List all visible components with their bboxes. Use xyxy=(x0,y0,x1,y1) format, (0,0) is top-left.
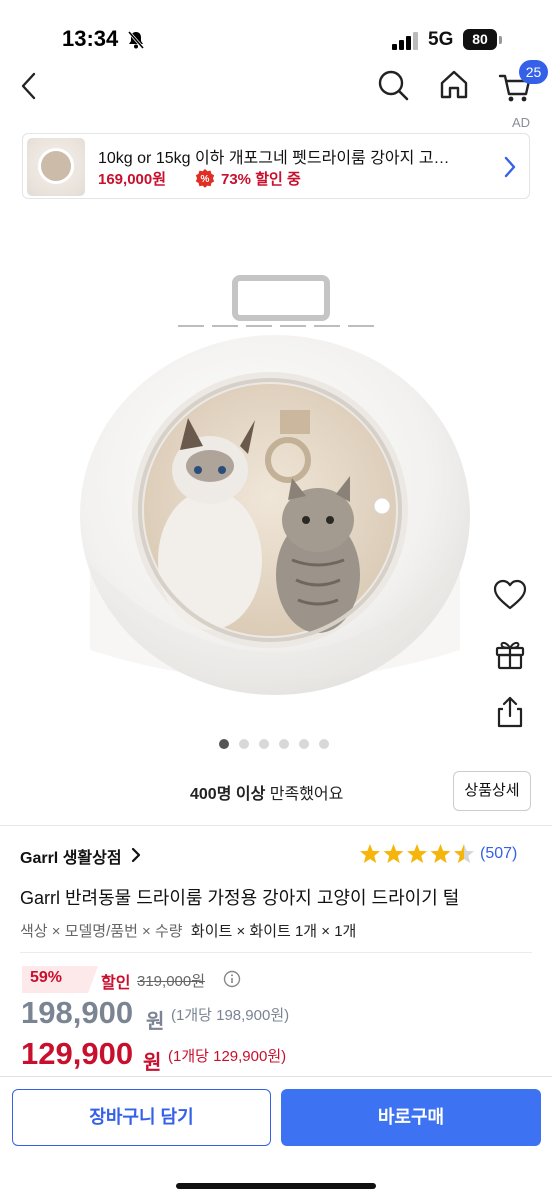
chevron-right-icon[interactable] xyxy=(131,847,141,863)
price-before-unit: (1개당 198,900원) xyxy=(171,1007,290,1024)
share-icon[interactable] xyxy=(492,694,528,730)
buy-now-button[interactable]: 바로구매 xyxy=(281,1089,541,1146)
signal-icon xyxy=(392,32,418,50)
rating-star xyxy=(360,844,380,863)
carousel-dot[interactable] xyxy=(259,739,269,749)
add-to-cart-button[interactable]: 장바구니 담기 xyxy=(12,1089,271,1146)
original-price: 319,000원 xyxy=(137,973,206,990)
ad-banner[interactable]: 10kg or 15kg 이하 개포그네 펫드라이룸 강아지 고… 169,00… xyxy=(22,133,530,199)
ad-title: 10kg or 15kg 이하 개포그네 펫드라이룸 강아지 고… xyxy=(98,150,450,167)
sale-label: 할인 xyxy=(101,975,131,992)
battery-level: 80 xyxy=(463,29,497,50)
cart-count-badge: 25 xyxy=(519,60,548,84)
price-before-currency: 원 xyxy=(146,1011,165,1033)
home-indicator xyxy=(176,1183,376,1189)
satisfaction-count: 400명 이상 xyxy=(190,786,266,803)
review-count-link[interactable]: (507) xyxy=(480,845,517,863)
nav-bar xyxy=(0,60,552,112)
chevron-right-icon[interactable] xyxy=(501,154,519,180)
ad-discount: 73% 할인 중 xyxy=(221,171,301,188)
store-name-link[interactable]: Garrl 생활상점 xyxy=(20,844,122,868)
bell-muted-icon xyxy=(127,31,145,49)
satisfaction-text: 400명 이상 만족했어요 xyxy=(190,780,343,804)
search-icon[interactable] xyxy=(376,68,410,102)
ad-thumbnail xyxy=(27,138,85,196)
rating-star xyxy=(407,844,427,863)
carousel-dot[interactable] xyxy=(299,739,309,749)
ad-label: AD xyxy=(511,115,530,130)
rating-star xyxy=(430,844,451,863)
carousel-dots xyxy=(219,739,339,751)
carousel-dot[interactable] xyxy=(239,739,249,749)
ad-price: 169,000원 xyxy=(98,171,167,188)
gift-icon[interactable] xyxy=(492,636,528,672)
status-time: 13:34 xyxy=(62,26,119,51)
discount-rate: 59% xyxy=(30,969,63,986)
option-value: 화이트 × 화이트 1개 × 1개 xyxy=(190,923,357,940)
rating-star xyxy=(454,844,474,863)
rating-stars xyxy=(360,844,474,863)
satisfaction-suffix: 만족했어요 xyxy=(265,786,344,803)
final-price-currency: 원 xyxy=(143,1052,162,1074)
percent-badge-icon: % xyxy=(195,169,215,188)
carousel-dot[interactable] xyxy=(279,739,289,749)
option-label: 색상 × 모델명/품번 × 수량 xyxy=(20,923,183,940)
product-title: Garrl 반려동물 드라이룸 가정용 강아지 고양이 드라이기 털 xyxy=(20,888,460,908)
rating-star xyxy=(383,844,404,863)
option-divider xyxy=(20,952,532,953)
info-icon[interactable] xyxy=(223,970,241,988)
final-price-unit: (1개당 129,900원) xyxy=(168,1048,287,1065)
network-label: 5G xyxy=(428,29,454,50)
product-detail-button[interactable]: 상품상세 xyxy=(453,771,531,811)
carousel-dot[interactable] xyxy=(319,739,329,749)
back-icon[interactable] xyxy=(16,68,44,104)
carousel-dot[interactable] xyxy=(219,739,229,749)
price-before-coupon: 198,900 xyxy=(21,995,134,1030)
product-image[interactable] xyxy=(60,270,490,700)
battery-tip xyxy=(499,36,502,44)
option-line[interactable]: 색상 × 모델명/품번 × 수량 화이트 × 화이트 1개 × 1개 xyxy=(20,920,356,941)
final-price: 129,900 xyxy=(21,1036,134,1071)
section-divider xyxy=(0,825,552,826)
svg-text:%: % xyxy=(201,174,210,185)
heart-icon[interactable] xyxy=(492,577,528,613)
home-icon[interactable] xyxy=(437,68,471,102)
